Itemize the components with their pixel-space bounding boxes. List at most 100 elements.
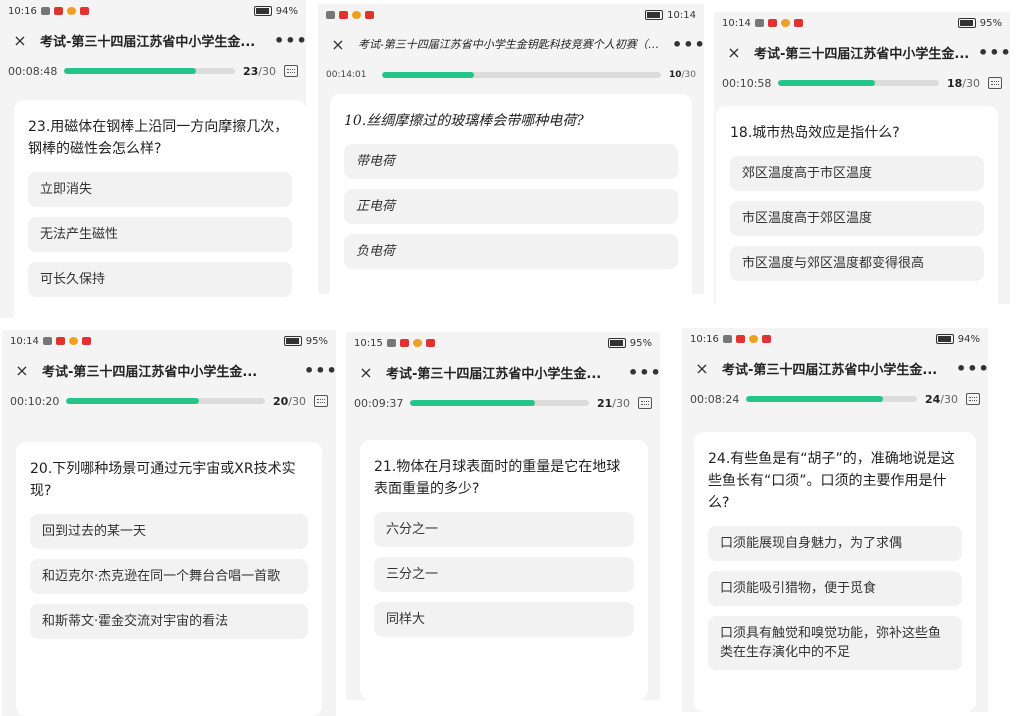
more-menu-icon[interactable]: ••• (672, 35, 704, 54)
answer-option[interactable]: 回到过去的某一天 (30, 514, 308, 549)
progress-bar (64, 68, 235, 74)
notification-icon (735, 335, 745, 343)
question-card: 20.下列哪种场景可通过元宇宙或XR技术实现? 回到过去的某一天 和迈克尔·杰克… (16, 442, 322, 716)
answer-option[interactable]: 正电荷 (344, 189, 678, 224)
question-counter: 21/30 (596, 396, 630, 410)
answer-sheet-icon[interactable] (988, 77, 1002, 89)
answer-option[interactable]: 市区温度与郊区温度都变得很高 (730, 246, 984, 281)
notification-icon (767, 19, 777, 27)
question-text: 20.下列哪种场景可通过元宇宙或XR技术实现? (30, 461, 296, 499)
answer-option[interactable]: 口须具有触觉和嗅觉功能，弥补这些鱼类在生存演化中的不足 (708, 616, 962, 670)
status-bar: 10:14 95% (2, 330, 336, 352)
status-bar: 10:14 95% (714, 12, 1010, 34)
battery-level: 94% (275, 5, 298, 17)
answer-option[interactable]: 负电荷 (344, 234, 678, 269)
answer-option[interactable]: 郊区温度高于市区温度 (730, 156, 984, 191)
more-menu-icon[interactable]: ••• (628, 363, 660, 382)
answer-option[interactable]: 和斯蒂文·霍金交流对宇宙的看法 (30, 604, 308, 639)
answer-option[interactable]: 三分之一 (374, 557, 634, 592)
exam-timer: 00:14:01 (326, 70, 367, 80)
question-counter: 24/30 (924, 392, 958, 406)
phone-screen-q18: 10:14 95% × 考试-第三十四届江苏省中小学生金... ••• 00:1… (714, 12, 1010, 304)
notification-icon (793, 19, 803, 27)
answer-option[interactable]: 带电荷 (344, 144, 678, 179)
phone-screen-q23: 10:16 94% × 考试-第三十四届江苏省中小学生金... ••• 00:0… (0, 0, 306, 318)
page-title: 考试-第三十四届江苏省中小学生金... (40, 34, 256, 50)
battery-level: 94% (957, 333, 980, 345)
battery-level: 95% (979, 17, 1002, 29)
exam-timer: 00:08:48 (8, 64, 58, 78)
answer-option[interactable]: 和迈克尔·杰克逊在同一个舞台合唱一首歌 (30, 559, 308, 594)
close-icon[interactable]: × (326, 35, 350, 54)
status-time: 10:15 (354, 337, 383, 349)
page-title: 考试-第三十四届江苏省中小学生金... (386, 366, 602, 382)
question-card: 21.物体在月球表面时的重量是它在地球表面重量的多少? 六分之一 三分之一 同样… (360, 440, 648, 700)
notification-icon (81, 337, 91, 345)
close-icon[interactable]: × (690, 359, 714, 378)
question-counter: 18/30 (946, 76, 980, 90)
notification-icon (780, 19, 790, 27)
progress-bar (382, 72, 661, 78)
notification-icon (399, 339, 409, 347)
status-time: 10:16 (690, 333, 719, 345)
battery-icon (935, 334, 954, 344)
question-text: 10.丝绸摩擦过的玻璃棒会带哪种电荷? (344, 113, 584, 129)
phone-screen-q21: 10:15 95% × 考试-第三十四届江苏省中小学生金... ••• 00:0… (346, 332, 660, 700)
answer-option[interactable]: 可长久保持 (28, 262, 292, 297)
notification-icon (386, 339, 396, 347)
close-icon[interactable]: × (10, 361, 34, 380)
question-card: 24.有些鱼是有“胡子”的，准确地说是这些鱼长有“口须”。口须的主要作用是什么?… (694, 432, 976, 712)
answer-option[interactable]: 六分之一 (374, 512, 634, 547)
close-icon[interactable]: × (8, 31, 32, 50)
notification-icon (42, 337, 52, 345)
exam-timer: 00:10:20 (10, 394, 60, 408)
notification-icon (754, 19, 764, 27)
exam-timer: 00:09:37 (354, 396, 404, 410)
page-title: 考试-第三十四届江苏省中小学生金... (722, 362, 938, 378)
notification-icon (365, 11, 374, 19)
battery-icon (253, 6, 272, 16)
question-text: 23.用磁体在钢棒上沿同一方向摩擦几次，钢棒的磁性会怎么样? (28, 119, 289, 157)
question-card: 23.用磁体在钢棒上沿同一方向摩擦几次，钢棒的磁性会怎么样? 立即消失 无法产生… (14, 100, 306, 318)
question-card: 18.城市热岛效应是指什么? 郊区温度高于市区温度 市区温度高于郊区温度 市区温… (716, 106, 998, 304)
answer-option[interactable]: 同样大 (374, 602, 634, 637)
battery-level: 95% (305, 335, 328, 347)
more-menu-icon[interactable]: ••• (304, 361, 336, 380)
question-counter: 20/30 (272, 394, 306, 408)
notification-icon (761, 335, 771, 343)
answer-sheet-icon[interactable] (966, 393, 980, 405)
answer-option[interactable]: 口须能展现自身魅力，为了求偶 (708, 526, 962, 561)
answer-option[interactable]: 无法产生磁性 (28, 217, 292, 252)
answer-option[interactable]: 市区温度高于郊区温度 (730, 201, 984, 236)
question-counter: 10/30 (668, 70, 696, 80)
battery-icon (607, 338, 626, 348)
more-menu-icon[interactable]: ••• (978, 43, 1010, 62)
answer-option[interactable]: 口须能吸引猎物，便于觅食 (708, 571, 962, 606)
notification-icon (748, 335, 758, 343)
progress-bar (746, 396, 917, 402)
notification-icon (339, 11, 348, 19)
status-time: 10:14 (722, 17, 751, 29)
answer-sheet-icon[interactable] (638, 397, 652, 409)
page-title: 考试-第三十四届江苏省中小学生金钥匙科技竞赛个人初赛（网络赛） (358, 38, 672, 51)
notification-icon (79, 7, 89, 15)
notification-icon (352, 11, 361, 19)
notification-icon (425, 339, 435, 347)
status-time: 10:14 (667, 9, 696, 21)
progress-bar (410, 400, 589, 406)
answer-sheet-icon[interactable] (284, 65, 298, 77)
phone-screen-q10: 10:14 × 考试-第三十四届江苏省中小学生金钥匙科技竞赛个人初赛（网络赛） … (318, 4, 704, 294)
status-bar: 10:14 (318, 4, 704, 26)
notification-icon (66, 7, 76, 15)
battery-level: 95% (629, 337, 652, 349)
close-icon[interactable]: × (722, 43, 746, 62)
close-icon[interactable]: × (354, 363, 378, 382)
answer-option[interactable]: 立即消失 (28, 172, 292, 207)
more-menu-icon[interactable]: ••• (956, 359, 988, 378)
status-time: 10:14 (10, 335, 39, 347)
progress-bar (66, 398, 265, 404)
phone-screen-q20: 10:14 95% × 考试-第三十四届江苏省中小学生金... ••• 00:1… (2, 330, 336, 716)
battery-icon (957, 18, 976, 28)
answer-sheet-icon[interactable] (314, 395, 328, 407)
more-menu-icon[interactable]: ••• (274, 31, 306, 50)
